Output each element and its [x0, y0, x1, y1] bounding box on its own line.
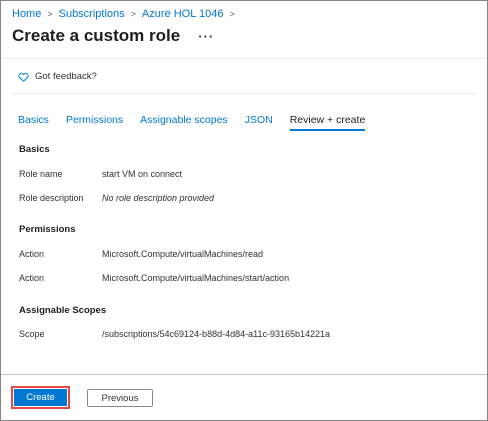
tab-review-create[interactable]: Review + create	[289, 114, 365, 131]
breadcrumb-home[interactable]: Home	[12, 8, 41, 20]
window-frame	[0, 0, 488, 421]
tab-json[interactable]: JSON	[245, 114, 273, 131]
permission-action-label: Action	[19, 249, 45, 259]
scope-value: /subscriptions/54c69124-b88d-4d84-a11c-9…	[102, 329, 331, 339]
feedback-label: Got feedback?	[35, 71, 97, 82]
role-name-label: Role name	[19, 169, 63, 179]
create-button-highlight: Create	[11, 386, 70, 409]
breadcrumb-chevron-icon: >	[47, 9, 53, 19]
previous-button[interactable]: Previous	[87, 389, 153, 407]
create-button[interactable]: Create	[14, 389, 67, 406]
tab-bar: Basics Permissions Assignable scopes JSO…	[18, 114, 365, 131]
heart-icon	[18, 72, 29, 82]
breadcrumb: Home > Subscriptions > Azure HOL 1046 >	[12, 8, 235, 20]
permission-action-value: Microsoft.Compute/virtualMachines/start/…	[102, 273, 290, 283]
page-title-row: Create a custom role ···	[12, 26, 214, 46]
scope-label: Scope	[19, 329, 45, 339]
feedback-link[interactable]: Got feedback?	[18, 71, 97, 82]
breadcrumb-chevron-icon: >	[130, 9, 136, 19]
tab-permissions[interactable]: Permissions	[66, 114, 123, 131]
breadcrumb-subscription[interactable]: Azure HOL 1046	[142, 8, 224, 20]
role-name-value: start VM on connect	[102, 169, 183, 179]
tab-basics[interactable]: Basics	[18, 114, 49, 131]
more-options-icon[interactable]: ···	[198, 29, 214, 44]
basics-section-title: Basics	[19, 144, 50, 155]
header-divider	[1, 58, 487, 59]
permission-action-value: Microsoft.Compute/virtualMachines/read	[102, 249, 264, 259]
breadcrumb-subscriptions[interactable]: Subscriptions	[59, 8, 125, 20]
page-title: Create a custom role	[12, 26, 181, 45]
permissions-section-title: Permissions	[19, 224, 76, 235]
breadcrumb-chevron-icon: >	[229, 9, 235, 19]
permission-action-label: Action	[19, 273, 45, 283]
assignable-scopes-section-title: Assignable Scopes	[19, 305, 107, 316]
role-description-label: Role description	[19, 193, 84, 203]
toolbar-divider	[12, 93, 476, 94]
role-description-value: No role description provided	[102, 193, 215, 203]
footer-divider	[1, 374, 487, 375]
tab-assignable-scopes[interactable]: Assignable scopes	[140, 114, 228, 131]
